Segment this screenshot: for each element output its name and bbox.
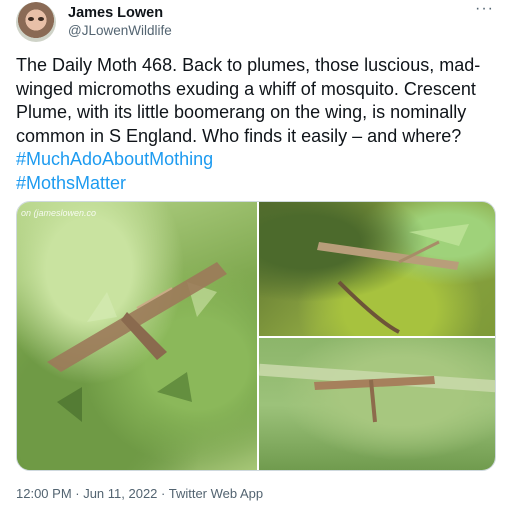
media-grid: on (jameslowen.co xyxy=(16,201,496,471)
avatar[interactable] xyxy=(16,2,56,42)
tweet-timestamp[interactable]: 12:00 PM · Jun 11, 2022 · Twitter Web Ap… xyxy=(16,486,263,501)
moth-illustration xyxy=(314,376,435,423)
tweet-text: The Daily Moth 468. Back to plumes, thos… xyxy=(16,54,494,195)
hashtag-link[interactable]: #MuchAdoAboutMothing xyxy=(16,149,213,169)
tweet-body: The Daily Moth 468. Back to plumes, thos… xyxy=(16,55,481,146)
hashtag-link[interactable]: #MothsMatter xyxy=(16,173,126,193)
moth-photo-top-right[interactable] xyxy=(259,202,495,336)
moth-illustration xyxy=(317,224,469,334)
avatar-eye xyxy=(38,17,44,21)
avatar-eye xyxy=(28,17,34,21)
author-name[interactable]: James Lowen xyxy=(68,5,163,21)
moth-photo-bottom-right[interactable] xyxy=(258,338,495,470)
more-options-icon[interactable]: ··· xyxy=(475,0,494,18)
moth-photo-left[interactable]: on (jameslowen.co xyxy=(17,202,257,470)
photo-watermark: on (jameslowen.co xyxy=(21,208,97,218)
moth-illustration xyxy=(47,262,227,422)
tweet-header: James Lowen @JLowenWildlife ··· xyxy=(16,0,498,42)
author-handle[interactable]: @JLowenWildlife xyxy=(68,23,172,38)
